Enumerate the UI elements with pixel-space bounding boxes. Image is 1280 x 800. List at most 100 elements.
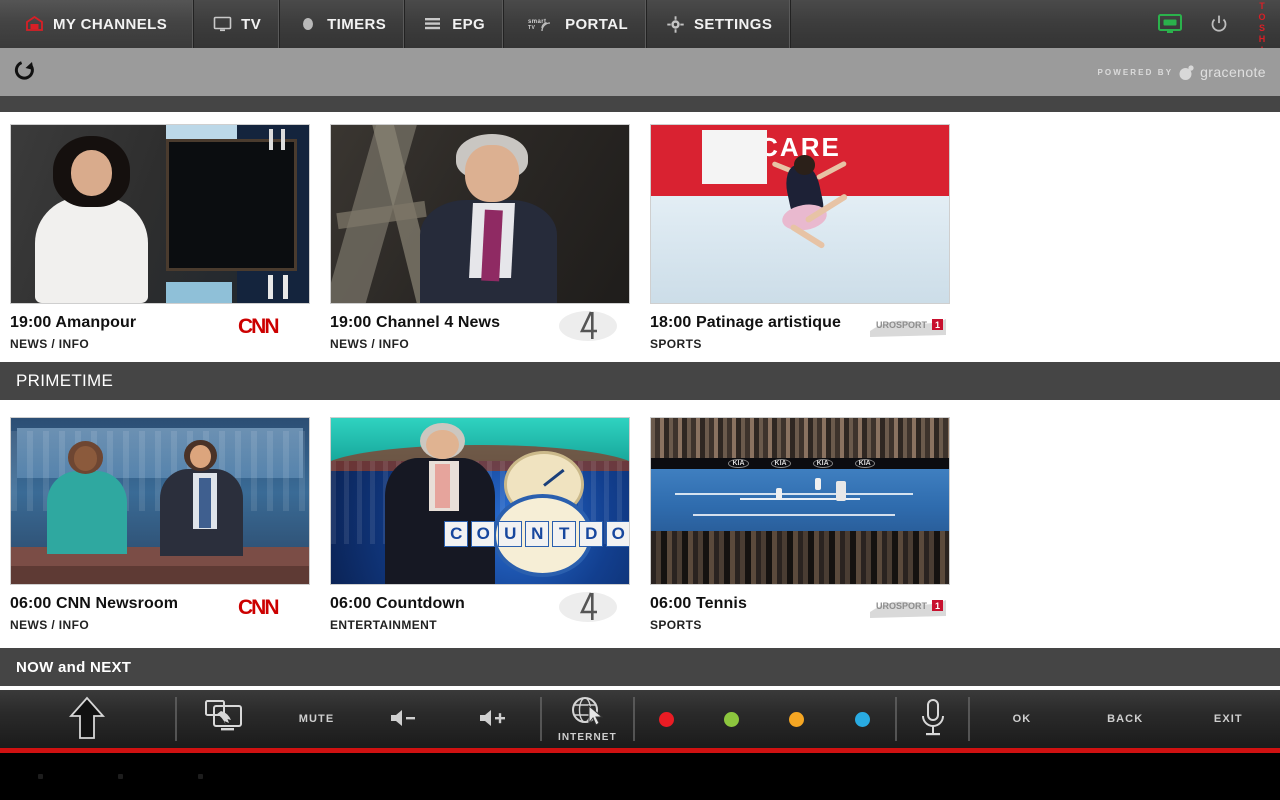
screen-cast-icon[interactable]	[1157, 13, 1183, 35]
program-thumbnail[interactable]: CARE	[650, 124, 950, 304]
nav-home-dot-icon[interactable]	[118, 774, 123, 779]
monitor-icon	[212, 14, 232, 34]
countdown-tile: O	[471, 520, 496, 547]
program-thumbnail[interactable]	[10, 124, 310, 304]
program-meta: 06:00 CNN Newsroom NEWS / INFO CNN	[0, 585, 320, 647]
card-list: 06:00 CNN Newsroom NEWS / INFO CNN C O U…	[0, 417, 1280, 647]
back-button[interactable]: BACK	[1074, 688, 1177, 750]
row-primetime: 06:00 CNN Newsroom NEWS / INFO CNN C O U…	[0, 417, 1280, 647]
volume-down-button[interactable]	[361, 688, 450, 750]
nav-back-dot-icon[interactable]	[38, 774, 43, 779]
microphone-button[interactable]	[897, 688, 968, 750]
exit-button[interactable]: EXIT	[1177, 688, 1280, 750]
eurosport1-logo: UROSPORT 1	[870, 589, 946, 625]
green-button[interactable]	[699, 688, 764, 750]
program-meta: 06:00 Countdown ENTERTAINMENT	[320, 585, 640, 647]
nav-tab-label: PORTAL	[565, 15, 629, 33]
program-card[interactable]: 19:00 Amanpour NEWS / INFO CNN	[0, 124, 320, 366]
ok-button[interactable]: OK	[970, 688, 1073, 750]
svg-text:UROSPORT: UROSPORT	[876, 601, 928, 611]
volume-down-icon	[389, 707, 423, 732]
list-lines-icon	[423, 14, 443, 34]
program-meta: 18:00 Patinage artistique SPORTS UROSPOR…	[640, 304, 960, 366]
program-meta: 19:00 Amanpour NEWS / INFO CNN	[0, 304, 320, 366]
volume-up-icon	[478, 707, 512, 732]
countdown-letter-tiles: C O U N T D O W N	[444, 520, 629, 547]
svg-text:CNN: CNN	[238, 315, 278, 338]
toolbar-divider	[174, 697, 177, 741]
thumbnail-art-channel4-news	[331, 125, 629, 303]
nav-tab-label: EPG	[452, 15, 486, 33]
program-card[interactable]: KIA KIA KIA KIA 06:00 Tennis SPORTS UROS…	[640, 417, 960, 647]
section-title: NOW and NEXT	[16, 658, 132, 676]
svg-text:TV: TV	[528, 25, 535, 31]
mute-button[interactable]: MUTE	[272, 688, 361, 750]
smart-tv-icon: smart TV	[522, 14, 556, 34]
channel4-logo	[550, 589, 626, 625]
program-thumbnail[interactable]: KIA KIA KIA KIA	[650, 417, 950, 585]
nav-tab-tv[interactable]: TV	[194, 0, 281, 48]
program-card[interactable]: CARE 18:00 Patinage artistique SPORTS UR…	[640, 124, 960, 366]
section-header-cutoff	[0, 96, 1280, 112]
nav-tab-epg[interactable]: EPG	[405, 0, 505, 48]
thumbnail-art-cnn-newsroom	[11, 418, 309, 584]
red-button[interactable]	[635, 688, 699, 750]
toolbar-divider	[539, 697, 542, 741]
nav-tab-label: TV	[241, 15, 262, 33]
svg-text:1: 1	[935, 320, 940, 330]
internet-label: INTERNET	[557, 731, 617, 743]
program-thumbnail[interactable]	[10, 417, 310, 585]
ok-label: OK	[1012, 713, 1032, 725]
card-list: 19:00 Amanpour NEWS / INFO CNN 19:00 Cha…	[0, 124, 1280, 366]
toshiba-brand-logo: TOSHIBA	[1257, 1, 1267, 78]
powered-by-label: POWERED BY	[1097, 67, 1174, 77]
gear-icon	[665, 14, 685, 34]
exit-label: EXIT	[1213, 713, 1243, 725]
refresh-arrow-icon[interactable]	[12, 59, 38, 85]
nav-tab-my-channels[interactable]: MY CHANNELS	[0, 0, 195, 48]
color-dot-yellow-icon	[789, 711, 805, 727]
cnn-logo: CNN	[230, 589, 306, 625]
volume-up-button[interactable]	[450, 688, 539, 750]
svg-text:1: 1	[935, 601, 940, 611]
up-arrow-button[interactable]	[0, 688, 175, 750]
section-header-primetime: PRIMETIME	[0, 362, 1280, 400]
thumbnail-art-figure-skating: CARE	[651, 125, 949, 303]
home-channels-icon	[24, 14, 44, 34]
program-thumbnail[interactable]	[330, 124, 630, 304]
internet-button[interactable]: INTERNET	[542, 688, 633, 750]
blue-button[interactable]	[829, 688, 894, 750]
program-card[interactable]: C O U N T D O W N 06:00 Countdown	[320, 417, 640, 647]
nav-right-actions: TOSHIBA	[1157, 0, 1280, 78]
screen-mirror-button[interactable]	[177, 688, 272, 750]
nav-recents-dot-icon[interactable]	[198, 774, 203, 779]
nav-tab-portal[interactable]: smart TV PORTAL	[504, 0, 648, 48]
globe-cursor-icon	[569, 696, 605, 731]
section-header-now-and-next: NOW and NEXT	[0, 648, 1280, 686]
countdown-tile: U	[498, 520, 523, 547]
svg-text:UROSPORT: UROSPORT	[876, 320, 928, 330]
svg-text:CNN: CNN	[238, 596, 278, 619]
power-icon[interactable]	[1209, 14, 1229, 34]
countdown-tile: T	[552, 520, 577, 547]
yellow-button[interactable]	[764, 688, 829, 750]
remote-control-toolbar: MUTE INTERNET OK BACK EXIT	[0, 690, 1280, 752]
program-card[interactable]: 19:00 Channel 4 News NEWS / INFO	[320, 124, 640, 366]
toolbar-divider	[894, 697, 897, 741]
screen-mirror-icon	[203, 699, 245, 740]
record-dot-icon	[298, 14, 318, 34]
gracenote-wordmark: gracenote	[1200, 64, 1266, 80]
program-thumbnail[interactable]: C O U N T D O W N	[330, 417, 630, 585]
mute-label: MUTE	[298, 713, 335, 725]
thumbnail-art-amanpour	[11, 125, 309, 303]
up-arrow-icon	[67, 696, 107, 743]
secondary-toolbar: POWERED BY gracenote	[0, 48, 1280, 96]
nav-tab-timers[interactable]: TIMERS	[280, 0, 406, 48]
cnn-logo: CNN	[230, 308, 306, 344]
nav-tab-settings[interactable]: SETTINGS	[647, 0, 792, 48]
toolbar-divider	[633, 697, 636, 741]
program-meta: 19:00 Channel 4 News NEWS / INFO	[320, 304, 640, 366]
nav-tab-label: SETTINGS	[694, 15, 773, 33]
program-card[interactable]: 06:00 CNN Newsroom NEWS / INFO CNN	[0, 417, 320, 647]
